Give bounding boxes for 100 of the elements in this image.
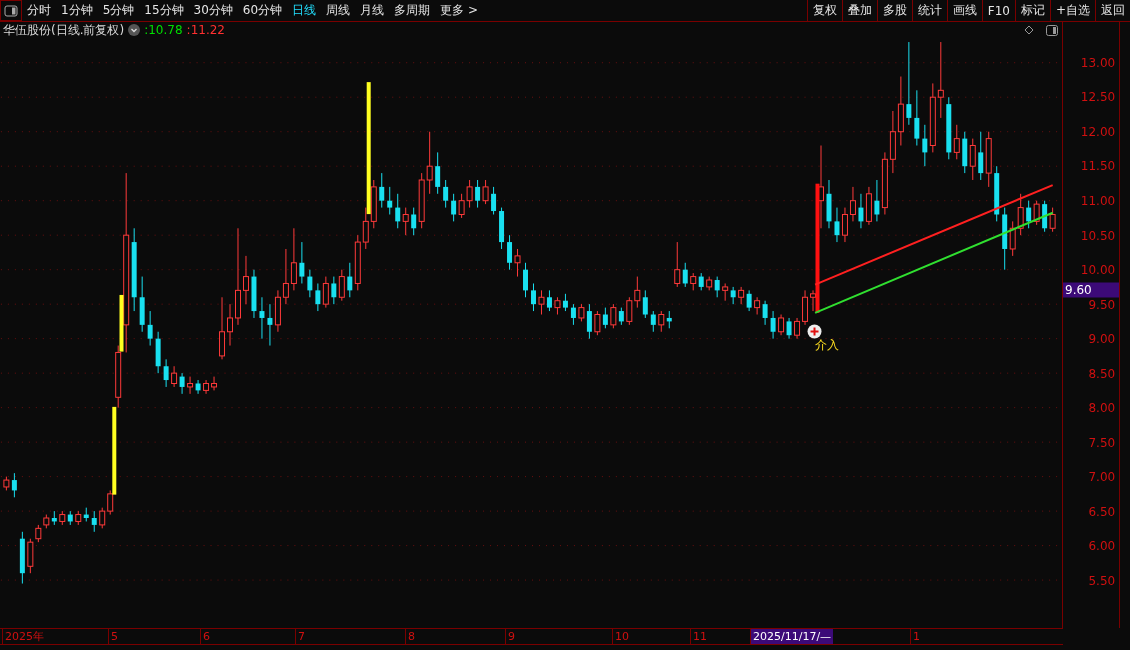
candlestick	[642, 289, 648, 319]
candlestick	[99, 507, 106, 529]
current-price-label: 9.60	[1063, 282, 1120, 298]
price-tick: 11.50	[1080, 159, 1116, 174]
candlestick	[426, 131, 433, 195]
candlestick	[362, 207, 369, 250]
candlestick	[242, 255, 249, 305]
candlestick	[331, 276, 337, 305]
price-tick: 7.00	[1088, 470, 1116, 485]
candlestick	[507, 234, 513, 271]
period-tab[interactable]: 30分钟	[188, 0, 238, 21]
candlestick	[163, 358, 169, 388]
candlestick	[91, 510, 97, 533]
price-tick: 6.00	[1088, 539, 1116, 554]
candlestick	[626, 296, 633, 326]
candlestick	[290, 227, 297, 291]
toolbar-button[interactable]: +自选	[1049, 0, 1095, 21]
plus-circle-icon	[807, 324, 822, 339]
candlestick	[322, 276, 329, 309]
period-tab[interactable]: 更多 >	[435, 0, 483, 21]
candlestick	[602, 307, 608, 329]
candlestick	[187, 376, 194, 395]
diamond-icon[interactable]	[1024, 25, 1034, 35]
candlestick	[179, 372, 185, 395]
period-tab[interactable]: 分时	[22, 0, 56, 21]
candlestick	[107, 489, 114, 516]
toolbar-button[interactable]: F10	[981, 0, 1015, 21]
candlestick	[937, 41, 944, 119]
candlestick	[338, 269, 345, 302]
toolbar-button[interactable]: 多股	[876, 0, 912, 21]
candlestick	[786, 317, 792, 340]
price-tick: 11.00	[1080, 193, 1116, 208]
time-tick: 1	[910, 629, 922, 644]
period-tab[interactable]: 60分钟	[237, 0, 288, 21]
candlestick	[347, 262, 353, 298]
price-tick: 13.00	[1080, 55, 1116, 70]
period-tab[interactable]: 周线	[321, 0, 356, 21]
candlestick	[953, 124, 960, 160]
candlestick	[267, 303, 273, 347]
price-tick: 6.50	[1088, 504, 1116, 519]
period-tab[interactable]: 月线	[355, 0, 390, 21]
candlestick	[746, 289, 752, 312]
time-tick: 11	[690, 629, 709, 644]
period-tab[interactable]: 1分钟	[56, 0, 98, 21]
candlestick	[794, 317, 801, 340]
candlestick	[754, 296, 761, 316]
dropdown-icon[interactable]	[128, 24, 141, 36]
price-tick: 8.00	[1088, 401, 1116, 416]
toolbar-button[interactable]: 画线	[946, 0, 982, 21]
toolbar-button[interactable]: 叠加	[841, 0, 877, 21]
indicator-value: :10.78	[144, 23, 183, 37]
candlestick	[299, 241, 305, 284]
candlestick	[762, 300, 768, 326]
candlestick	[11, 472, 17, 498]
candlestick	[1049, 207, 1056, 233]
period-tab[interactable]: 5分钟	[97, 0, 140, 21]
candlestick	[969, 138, 976, 181]
toolbar-button[interactable]: 统计	[911, 0, 947, 21]
candlestick	[307, 269, 313, 298]
candlestick	[634, 276, 641, 309]
candlestick	[1017, 193, 1024, 236]
price-tick: 9.00	[1088, 332, 1116, 347]
candlestick	[714, 276, 720, 298]
candlestick	[610, 303, 617, 329]
price-tick: 7.50	[1088, 435, 1116, 450]
price-tick: 10.00	[1080, 263, 1116, 278]
candlestick	[538, 289, 545, 316]
candlestick	[778, 314, 785, 336]
candlestick	[546, 289, 552, 312]
price-tick: 9.50	[1088, 297, 1116, 312]
time-tick: 6	[200, 629, 212, 644]
period-tab[interactable]: 多周期	[389, 0, 436, 21]
period-tab[interactable]: 日线	[287, 0, 322, 21]
price-tick: 10.50	[1080, 228, 1116, 243]
panel-toggle-icon[interactable]	[1046, 24, 1058, 36]
candlestick	[738, 286, 745, 305]
candlestick	[810, 289, 817, 312]
candlestick	[770, 310, 776, 340]
entry-label: 介入	[814, 338, 839, 353]
candlestick	[858, 193, 864, 229]
candlestick	[211, 376, 218, 391]
toolbar-button[interactable]: 返回	[1095, 0, 1130, 21]
candlestick	[906, 41, 912, 126]
price-tick: 8.50	[1088, 366, 1116, 381]
candlestick	[482, 179, 489, 205]
cursor-date-label: 2025/11/17/—	[750, 629, 834, 644]
candlestick	[402, 207, 409, 236]
candlestick	[978, 131, 984, 181]
candlestick	[227, 303, 234, 347]
candlestick	[315, 282, 321, 312]
price-tick: 12.00	[1080, 124, 1116, 139]
toolbar-button[interactable]: 标记	[1014, 0, 1050, 21]
time-tick: 8	[405, 629, 417, 644]
candlestick	[1026, 200, 1032, 229]
candlestick	[514, 248, 521, 278]
candlestick	[523, 262, 529, 298]
period-tab[interactable]: 15分钟	[139, 0, 189, 21]
candlestick	[682, 262, 688, 288]
panel-toggle-button[interactable]	[0, 0, 22, 21]
toolbar-button[interactable]: 复权	[806, 0, 842, 21]
